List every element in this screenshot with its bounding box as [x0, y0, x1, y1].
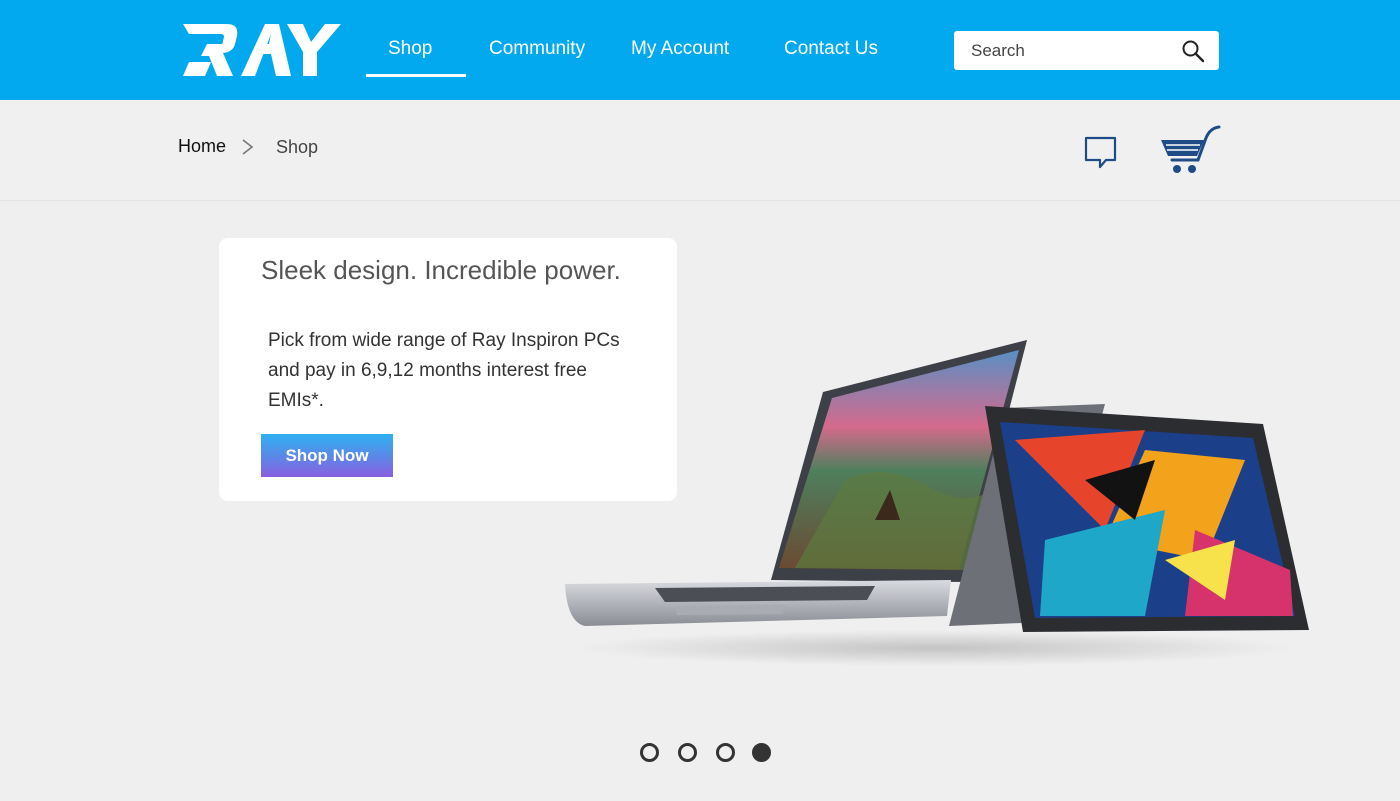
breadcrumb-current: Shop: [276, 137, 319, 157]
chat-bubble-icon[interactable]: [1084, 136, 1118, 170]
search-box: [954, 31, 1219, 70]
shopping-cart-icon[interactable]: [1158, 124, 1222, 176]
breadcrumb-home[interactable]: Home: [178, 136, 226, 157]
chevron-right-icon: [242, 139, 254, 155]
carousel-dot-1[interactable]: [640, 743, 659, 762]
nav-community[interactable]: Community: [489, 36, 585, 62]
active-nav-indicator: [366, 74, 466, 77]
carousel-dot-3[interactable]: [716, 743, 735, 762]
carousel-dot-4-active[interactable]: [752, 743, 771, 762]
ray-logo[interactable]: [183, 22, 343, 78]
nav-shop[interactable]: Shop: [388, 36, 432, 62]
search-input[interactable]: [954, 31, 1174, 70]
promo-title: Sleek design. Incredible power.: [261, 255, 621, 285]
shop-now-button[interactable]: Shop Now: [261, 434, 393, 477]
search-icon[interactable]: [1181, 39, 1205, 63]
nav-my-account[interactable]: My Account: [631, 36, 729, 62]
carousel-dot-2[interactable]: [678, 743, 697, 762]
laptops-product-image[interactable]: [545, 330, 1325, 675]
nav-contact-us[interactable]: Contact Us: [784, 36, 878, 62]
